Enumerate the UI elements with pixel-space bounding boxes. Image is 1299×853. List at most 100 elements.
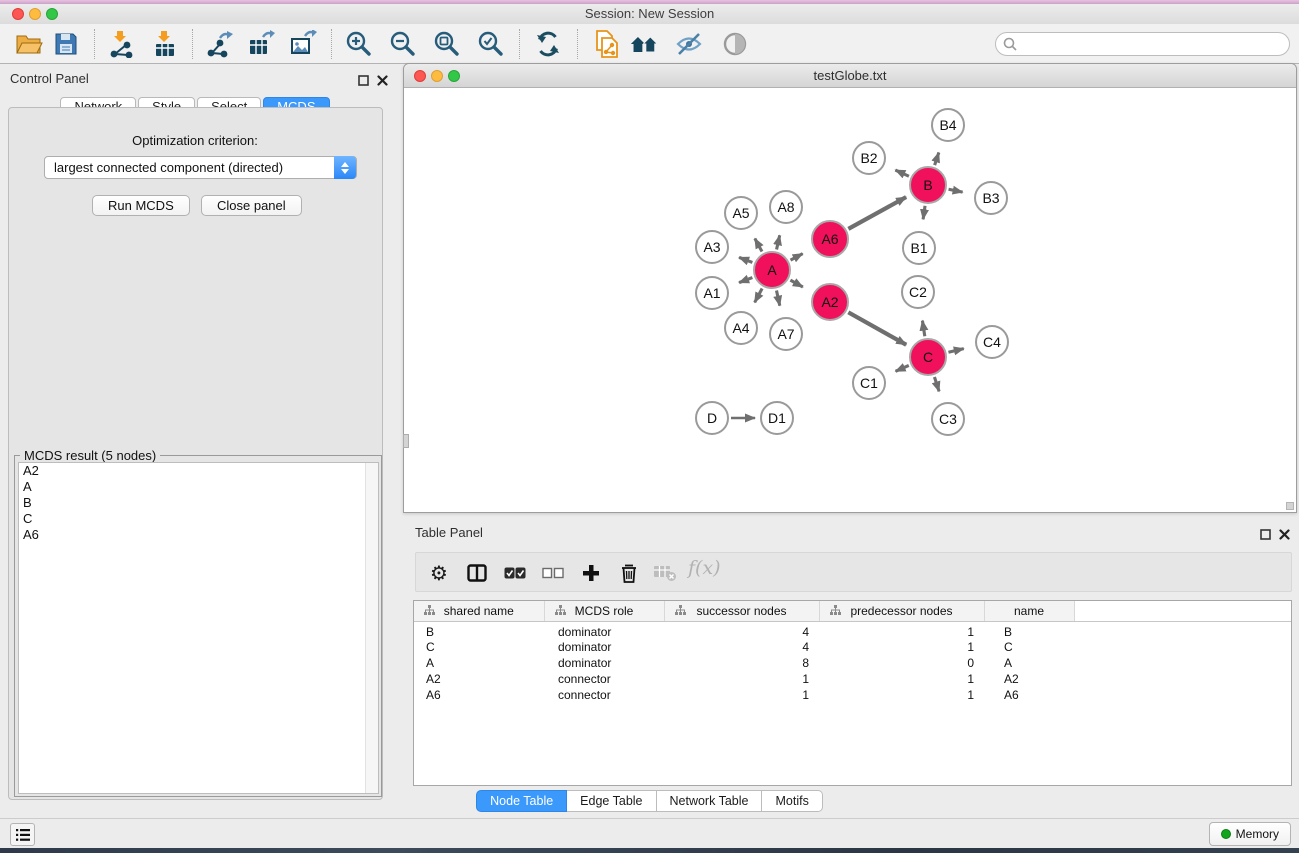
graph-node[interactable]: A2	[811, 283, 849, 321]
table-cell[interactable]: 4	[664, 639, 819, 655]
table-cell[interactable]: 1	[664, 671, 819, 687]
table-cell[interactable]: 8	[664, 655, 819, 671]
close-table-panel-icon[interactable]	[1279, 527, 1290, 545]
graph-node[interactable]: B4	[931, 108, 965, 142]
close-window-button[interactable]	[12, 8, 24, 20]
import-table-icon[interactable]	[150, 29, 180, 59]
zoom-selected-icon[interactable]	[476, 29, 506, 59]
graph-node[interactable]: B1	[902, 231, 936, 265]
scrollbar-handle[interactable]	[403, 434, 409, 448]
show-all-icon[interactable]	[720, 29, 750, 59]
graph-edge[interactable]	[739, 257, 752, 262]
graph-edge[interactable]	[791, 254, 803, 260]
table-cell[interactable]: 1	[819, 687, 984, 703]
table-row[interactable]: Adominator80A	[414, 655, 1291, 671]
graph-edge[interactable]	[776, 291, 779, 306]
zoom-in-icon[interactable]	[344, 29, 374, 59]
float-panel-icon[interactable]	[358, 73, 369, 91]
export-image-icon[interactable]	[288, 29, 318, 59]
graph-node[interactable]: A	[753, 251, 791, 289]
table-cell[interactable]: A6	[414, 687, 544, 703]
column-header[interactable]: name	[984, 601, 1074, 621]
table-cell[interactable]: connector	[544, 687, 664, 703]
resize-grip[interactable]	[1286, 502, 1294, 510]
graph-node[interactable]: D1	[760, 401, 794, 435]
deselect-all-icon[interactable]	[538, 559, 568, 587]
mcds-result-list[interactable]: A2ABCA6	[18, 462, 379, 794]
tab-network-table[interactable]: Network Table	[657, 790, 763, 812]
table-cell[interactable]: B	[414, 621, 544, 639]
export-network-icon[interactable]	[204, 29, 234, 59]
table-cell[interactable]: 1	[819, 621, 984, 639]
graph-node[interactable]: C4	[975, 325, 1009, 359]
mcds-result-item[interactable]: A2	[19, 463, 378, 479]
graph-node[interactable]: A6	[811, 220, 849, 258]
graph-edge[interactable]	[895, 170, 909, 176]
graph-edge[interactable]	[922, 321, 924, 337]
graph-edge[interactable]	[755, 238, 762, 251]
optimization-criterion-select[interactable]: largest connected component (directed)	[44, 156, 357, 179]
table-cell[interactable]: connector	[544, 671, 664, 687]
minimize-view-button[interactable]	[431, 70, 443, 82]
maximize-view-button[interactable]	[448, 70, 460, 82]
network-canvas[interactable]: B4B2BB3A8A5A6A3B1AC2A1A2A4A7C4CC1C3DD1	[404, 88, 1296, 512]
column-header[interactable]: successor nodes	[664, 601, 819, 621]
scrollbar-track[interactable]	[365, 463, 378, 793]
table-cell[interactable]: A6	[984, 687, 1074, 703]
graph-node[interactable]: B3	[974, 181, 1008, 215]
refresh-icon[interactable]	[533, 29, 563, 59]
table-cell[interactable]: A2	[414, 671, 544, 687]
table-cell[interactable]: B	[984, 621, 1074, 639]
mcds-result-item[interactable]: A	[19, 479, 378, 495]
tab-motifs[interactable]: Motifs	[762, 790, 822, 812]
run-mcds-button[interactable]: Run MCDS	[92, 195, 190, 216]
table-cell[interactable]: 1	[664, 687, 819, 703]
graph-node[interactable]: A1	[695, 276, 729, 310]
graph-node[interactable]: A8	[769, 190, 803, 224]
maximize-window-button[interactable]	[46, 8, 58, 20]
graph-node[interactable]: B	[909, 166, 947, 204]
clone-network-icon[interactable]	[592, 29, 622, 59]
graph-node[interactable]: A7	[769, 317, 803, 351]
column-browser-icon[interactable]	[462, 559, 492, 587]
zoom-out-icon[interactable]	[388, 29, 418, 59]
graph-node[interactable]: C1	[852, 366, 886, 400]
column-header[interactable]: predecessor nodes	[819, 601, 984, 621]
graph-node[interactable]: C	[909, 338, 947, 376]
graph-edge[interactable]	[935, 153, 939, 166]
delete-table-icon[interactable]	[650, 559, 680, 587]
table-cell[interactable]: 4	[664, 621, 819, 639]
hide-selected-icon[interactable]	[674, 29, 704, 59]
first-neighbors-icon[interactable]	[630, 29, 660, 59]
tab-node-table[interactable]: Node Table	[476, 790, 567, 812]
table-cell[interactable]: 0	[819, 655, 984, 671]
close-view-button[interactable]	[414, 70, 426, 82]
graph-node[interactable]: D	[695, 401, 729, 435]
table-cell[interactable]: 1	[819, 639, 984, 655]
add-column-icon[interactable]	[576, 559, 606, 587]
delete-column-icon[interactable]	[614, 559, 644, 587]
table-cell[interactable]: 1	[819, 671, 984, 687]
table-cell[interactable]: A	[984, 655, 1074, 671]
table-cell[interactable]: A	[414, 655, 544, 671]
column-header[interactable]: shared name	[414, 601, 544, 621]
column-header[interactable]: MCDS role	[544, 601, 664, 621]
graph-edge[interactable]	[848, 197, 906, 229]
graph-node[interactable]: C2	[901, 275, 935, 309]
graph-edge[interactable]	[848, 312, 906, 344]
table-row[interactable]: Bdominator41B	[414, 621, 1291, 639]
graph-edge[interactable]	[777, 235, 780, 249]
graph-node[interactable]: A4	[724, 311, 758, 345]
mcds-result-item[interactable]: C	[19, 511, 378, 527]
tab-edge-table[interactable]: Edge Table	[567, 790, 656, 812]
table-cell[interactable]: C	[414, 639, 544, 655]
node-table[interactable]: shared nameMCDS rolesuccessor nodesprede…	[413, 600, 1292, 786]
table-cell[interactable]: C	[984, 639, 1074, 655]
graph-edge[interactable]	[739, 278, 752, 283]
minimize-window-button[interactable]	[29, 8, 41, 20]
table-cell[interactable]: dominator	[544, 655, 664, 671]
graph-edge[interactable]	[934, 377, 939, 391]
table-row[interactable]: A2connector11A2	[414, 671, 1291, 687]
table-row[interactable]: A6connector11A6	[414, 687, 1291, 703]
graph-node[interactable]: B2	[852, 141, 886, 175]
